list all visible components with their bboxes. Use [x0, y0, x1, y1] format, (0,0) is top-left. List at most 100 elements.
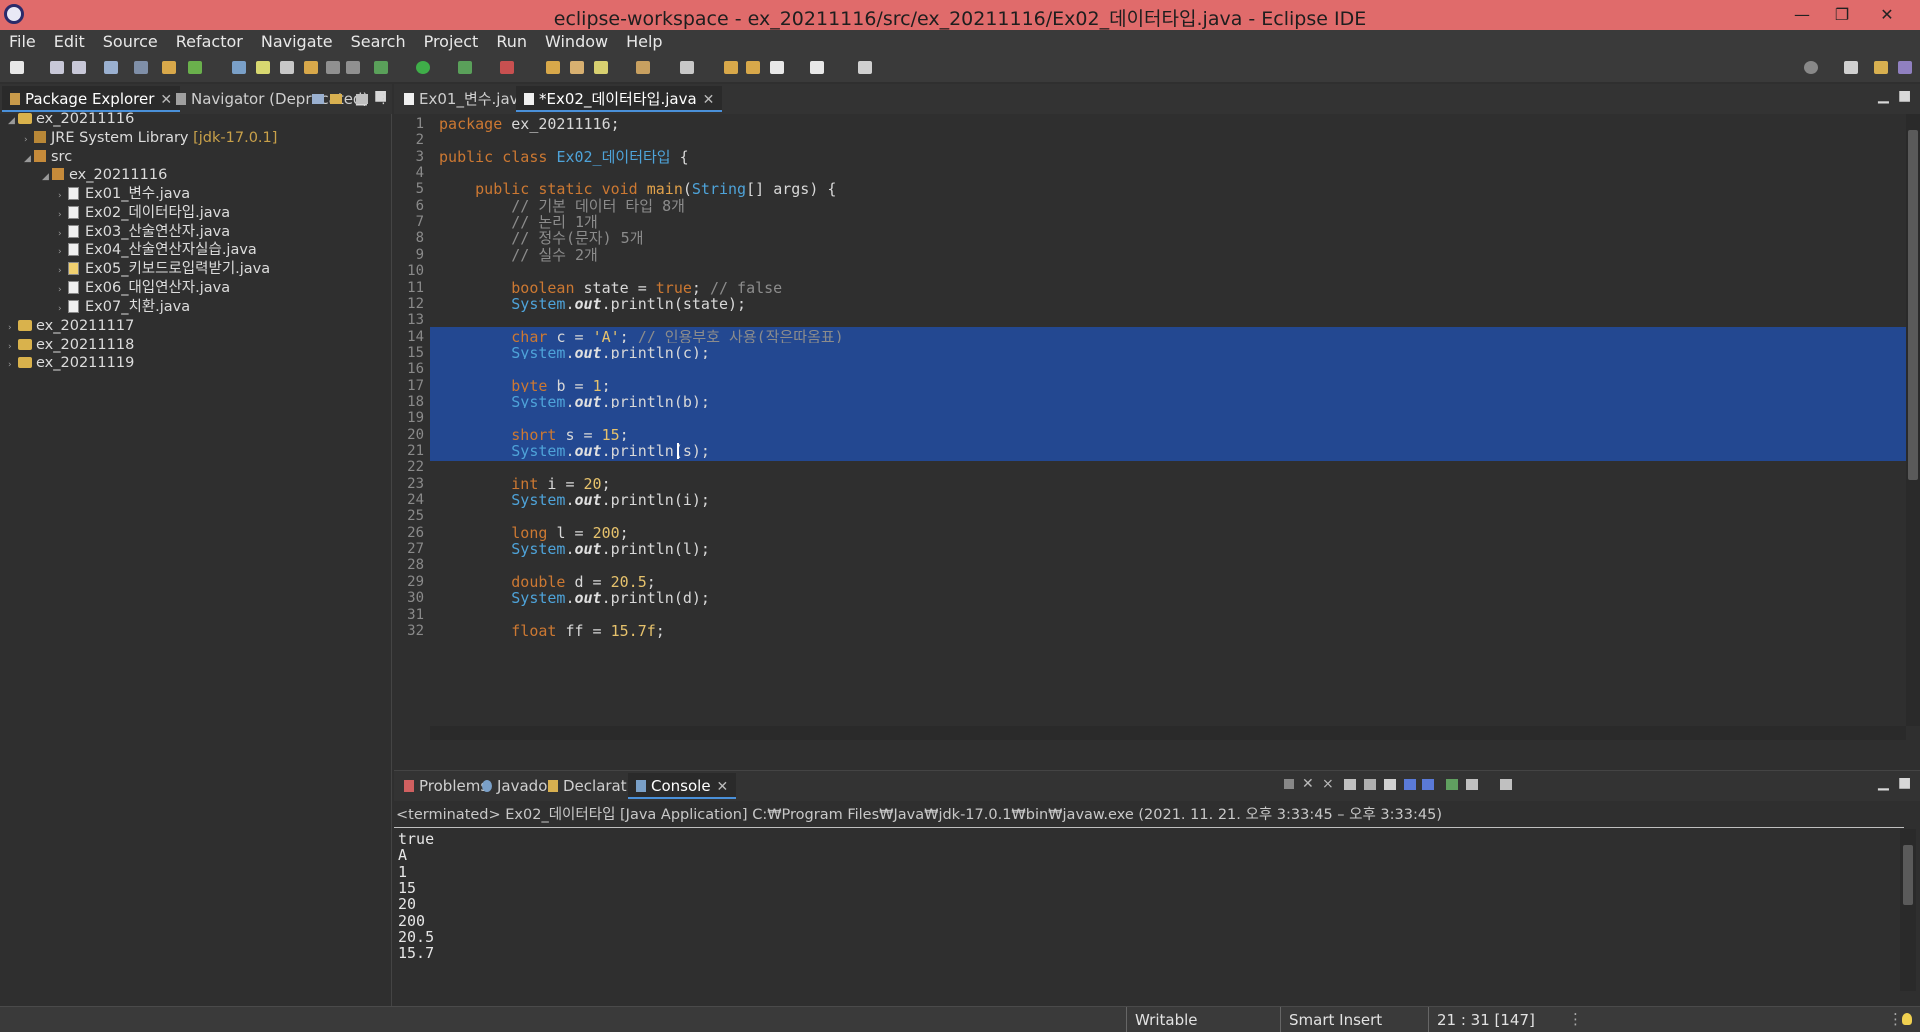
- terminate-icon[interactable]: [1284, 779, 1294, 789]
- coverage-icon[interactable]: [458, 61, 472, 74]
- open-type-icon[interactable]: [232, 61, 246, 74]
- link-with-editor-icon[interactable]: [330, 94, 342, 104]
- forward-icon[interactable]: [810, 61, 824, 74]
- minimize-button[interactable]: —: [1782, 2, 1822, 28]
- pin-console-icon[interactable]: [1446, 779, 1458, 790]
- menu-help[interactable]: Help: [617, 30, 671, 54]
- word-wrap-icon[interactable]: [1384, 779, 1396, 790]
- tree-label: Ex01_변수.java: [85, 186, 191, 202]
- status-bar: Writable Smart Insert 21 : 31 [147] ⋮ ⋮: [0, 1006, 1920, 1032]
- menu-project[interactable]: Project: [415, 30, 488, 54]
- expanded-arrow-icon[interactable]: ◢: [24, 148, 34, 170]
- close-tab-icon[interactable]: ✕: [717, 779, 729, 795]
- tree-label: ex_20211119: [36, 355, 135, 371]
- menu-run[interactable]: Run: [487, 30, 536, 54]
- display-console-icon[interactable]: [1466, 779, 1478, 790]
- new-java-project-icon[interactable]: [162, 61, 176, 74]
- remove-launch-icon[interactable]: ✕: [1302, 776, 1314, 792]
- forward-history-icon[interactable]: [746, 61, 760, 74]
- back-history-icon[interactable]: [724, 61, 738, 74]
- terminal-icon[interactable]: [104, 61, 118, 74]
- console-panel: Problems Javadoc Declaration Console ✕ ✕ …: [394, 770, 1920, 1006]
- toggle-mark-icon[interactable]: [256, 61, 270, 74]
- show-on-stderr-icon[interactable]: [1422, 779, 1434, 790]
- debug-perspective-icon[interactable]: [1898, 61, 1912, 74]
- tab-ex01[interactable]: Ex01_변수.java: [396, 86, 536, 112]
- expanded-arrow-icon[interactable]: ◢: [8, 110, 18, 132]
- tab-label: Package Explorer: [25, 90, 155, 108]
- new-icon[interactable]: [10, 61, 24, 74]
- scroll-lock-icon[interactable]: [1364, 779, 1376, 790]
- back-icon[interactable]: [770, 61, 784, 74]
- external-tools-icon[interactable]: [500, 61, 514, 74]
- maximize-editor-icon[interactable]: ■: [1898, 88, 1911, 104]
- tree-label: Ex02_데이터타입.java: [85, 205, 231, 221]
- console-vertical-scrollbar[interactable]: [1900, 829, 1916, 991]
- editor-vertical-scrollbar[interactable]: [1906, 114, 1920, 726]
- expanded-arrow-icon[interactable]: ◢: [42, 166, 52, 188]
- tip-lightbulb-icon[interactable]: [1902, 1013, 1912, 1025]
- save-icon[interactable]: [50, 61, 64, 74]
- console-output-line: 15.7: [398, 944, 435, 963]
- java-file-icon: [68, 187, 79, 200]
- close-button[interactable]: ✕: [1862, 2, 1912, 28]
- tree-project[interactable]: › ex_20211119: [8, 352, 134, 374]
- search-icon[interactable]: [1804, 61, 1818, 74]
- tree-label: ex_20211116: [69, 167, 168, 183]
- scroll-thumb[interactable]: [1903, 845, 1913, 905]
- save-all-icon[interactable]: [72, 61, 86, 74]
- editor-tab-bar: Ex01_변수.java *Ex02_데이터타입.java ✕ ▁ ■: [394, 84, 1920, 114]
- block-selection-icon[interactable]: [326, 61, 340, 74]
- minimize-console-icon[interactable]: ▁: [1878, 775, 1889, 791]
- scroll-thumb[interactable]: [1908, 130, 1918, 480]
- show-on-stdout-icon[interactable]: [1404, 779, 1416, 790]
- debug-icon[interactable]: [374, 61, 388, 74]
- show-whitespace-icon[interactable]: [346, 61, 360, 74]
- open-folder-icon[interactable]: [546, 61, 560, 74]
- code-editor[interactable]: package ex_20211116; public class Ex02_데…: [430, 114, 1920, 754]
- console-launch-header: <terminated> Ex02_데이터타입 [Java Applicatio…: [396, 807, 1442, 823]
- collapse-all-icon[interactable]: [312, 94, 324, 104]
- annotation-icon[interactable]: [304, 61, 318, 74]
- console-output[interactable]: true A 1 15 20 200 20.5 15.7: [394, 829, 1900, 991]
- remove-all-launches-icon[interactable]: ⨯: [1322, 776, 1334, 792]
- maximize-console-icon[interactable]: ■: [1898, 775, 1911, 791]
- open-task-icon[interactable]: [570, 61, 584, 74]
- collapsed-arrow-icon[interactable]: ›: [8, 354, 18, 376]
- code-line[interactable]: float ff = 15.7f;: [430, 621, 1920, 641]
- last-edit-icon[interactable]: [680, 61, 694, 74]
- close-tab-icon[interactable]: ✕: [703, 92, 715, 108]
- menu-file[interactable]: File: [0, 30, 45, 54]
- tab-navigator[interactable]: Navigator (Deprecated): [168, 86, 376, 112]
- menu-search[interactable]: Search: [342, 30, 415, 54]
- pen-icon[interactable]: [594, 61, 608, 74]
- tab-console[interactable]: Console ✕: [628, 773, 737, 799]
- search-tool-icon[interactable]: [280, 61, 294, 74]
- writable-status: Writable: [1126, 1007, 1276, 1032]
- menu-edit[interactable]: Edit: [45, 30, 94, 54]
- open-console-icon[interactable]: [1500, 779, 1512, 790]
- new-class-icon[interactable]: [188, 61, 202, 74]
- menu-refactor[interactable]: Refactor: [167, 30, 252, 54]
- status-handle-icon: ⋮: [1888, 1010, 1903, 1028]
- maximize-button[interactable]: ❐: [1822, 2, 1862, 28]
- minimize-editor-icon[interactable]: ▁: [1878, 88, 1889, 104]
- editor-horizontal-scrollbar[interactable]: [430, 726, 1906, 740]
- pin-editor-icon[interactable]: [858, 61, 872, 74]
- skip-breakpoints-icon[interactable]: [134, 61, 148, 74]
- java-file-icon: [68, 225, 79, 238]
- run-icon[interactable]: [416, 61, 430, 74]
- menu-source[interactable]: Source: [94, 30, 167, 54]
- open-perspective-icon[interactable]: [1844, 61, 1858, 74]
- next-annotation-icon[interactable]: [636, 61, 650, 74]
- view-menu-icon[interactable]: ⋮: [377, 92, 390, 107]
- menu-navigate[interactable]: Navigate: [252, 30, 342, 54]
- java-file-icon: [524, 93, 534, 105]
- clear-console-icon[interactable]: [1344, 779, 1356, 790]
- library-icon: [34, 131, 46, 143]
- java-perspective-icon[interactable]: [1874, 61, 1888, 74]
- tab-ex02[interactable]: *Ex02_데이터타입.java ✕: [516, 86, 723, 112]
- filters-icon[interactable]: [356, 94, 368, 104]
- menu-window[interactable]: Window: [536, 30, 617, 54]
- tree-label: Ex04_산술연산자실습.java: [85, 242, 257, 258]
